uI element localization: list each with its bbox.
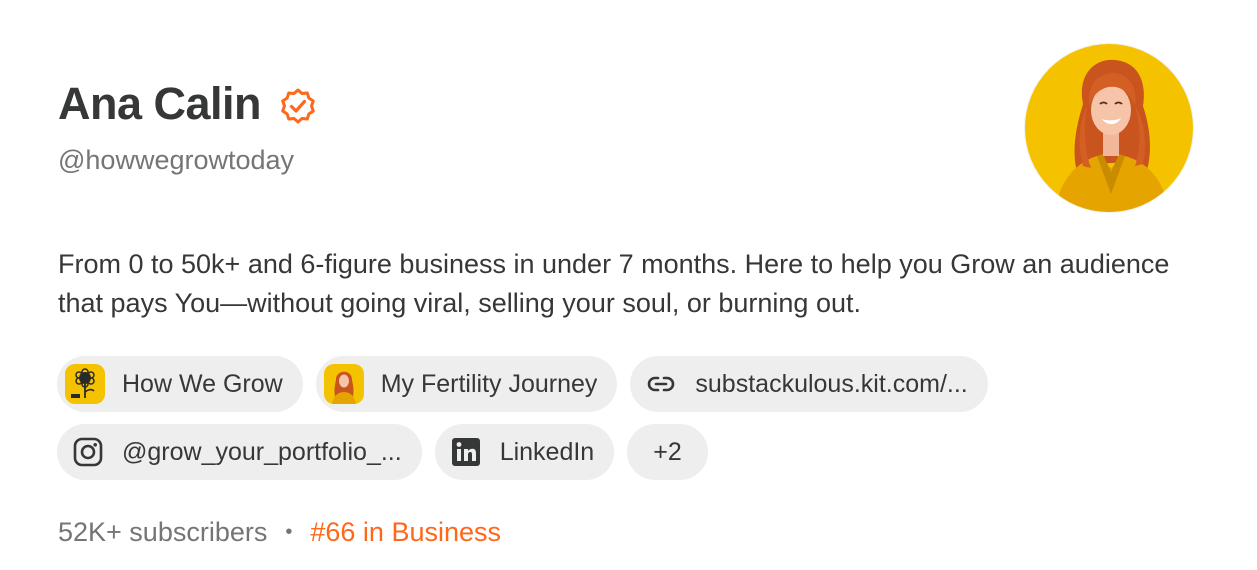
verified-badge-icon	[279, 87, 317, 125]
subscriber-count: 52K+ subscribers	[58, 517, 268, 547]
more-links-label: +2	[653, 437, 682, 466]
profile-handle: @howwegrowtoday	[58, 145, 295, 175]
link-chip-fertility-journey[interactable]: My Fertility Journey	[315, 356, 618, 412]
avatar-portrait-image	[1025, 44, 1193, 212]
profile-photo-thumbnail-icon	[323, 364, 364, 404]
stats-separator: •	[285, 521, 293, 543]
link-chip-substackulous[interactable]: substackulous.kit.com/...	[630, 356, 988, 412]
link-chip-label: How We Grow	[122, 369, 283, 398]
profile-stats: 52K+ subscribers • #66 in Business	[58, 513, 501, 551]
link-chip-instagram[interactable]: @grow_your_portfolio_...	[57, 424, 422, 480]
link-chip-label: @grow_your_portfolio_...	[122, 437, 402, 466]
profile-name: Ana Calin	[58, 78, 262, 129]
profile-bio: From 0 to 50k+ and 6-figure business in …	[58, 249, 1170, 318]
link-chip-how-we-grow[interactable]: How We Grow	[57, 356, 303, 412]
instagram-icon	[72, 436, 104, 468]
profile-links-row: @grow_your_portfolio_... LinkedIn +2	[57, 424, 708, 480]
linkedin-icon	[450, 436, 482, 468]
link-chip-label: LinkedIn	[499, 437, 595, 466]
link-icon	[645, 368, 677, 400]
sunflower-thumbnail-icon	[65, 364, 105, 404]
link-chip-label: substackulous.kit.com/...	[695, 369, 968, 398]
profile-links-row: How We Grow My Fertility Journey substac…	[57, 356, 988, 412]
avatar[interactable]	[1025, 44, 1193, 212]
category-rank-link[interactable]: #66 in Business	[310, 513, 501, 551]
more-links-button[interactable]: +2	[627, 424, 708, 480]
profile-header: Ana Calin	[58, 74, 317, 134]
link-chip-linkedin[interactable]: LinkedIn	[434, 424, 615, 480]
link-chip-label: My Fertility Journey	[380, 369, 598, 398]
